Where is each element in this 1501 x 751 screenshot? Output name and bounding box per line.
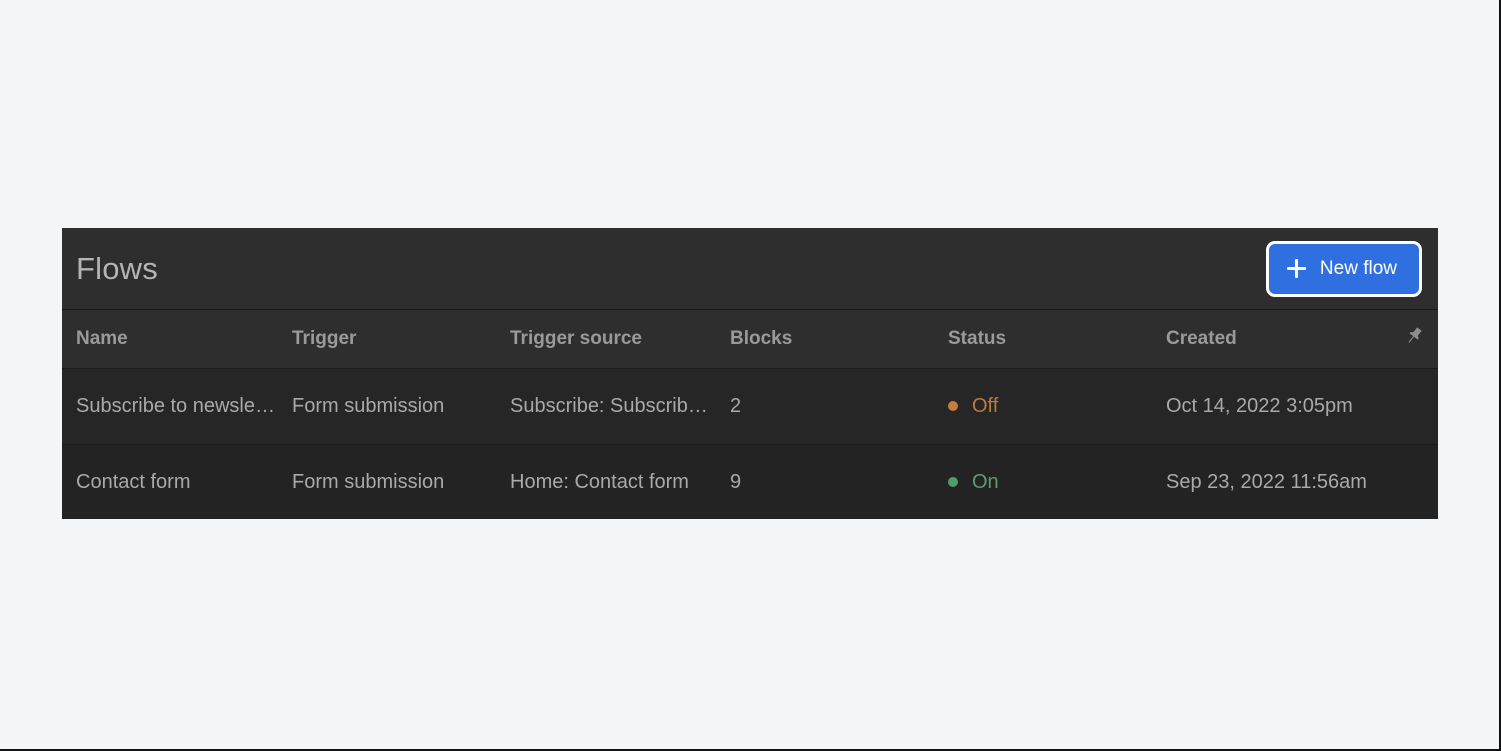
column-header-pin xyxy=(1386,310,1438,369)
cell-pin xyxy=(1386,444,1438,519)
cell-created: Oct 14, 2022 3:05pm xyxy=(1166,368,1386,445)
table-row[interactable]: Subscribe to newsle… Form submission Sub… xyxy=(62,368,1438,445)
pushpin-icon[interactable] xyxy=(1402,324,1426,348)
column-header-status[interactable]: Status xyxy=(948,310,1166,369)
cell-blocks: 9 xyxy=(730,444,948,519)
status-dot xyxy=(948,401,958,411)
cell-created: Sep 23, 2022 11:56am xyxy=(1166,444,1386,519)
cell-trigger: Form submission xyxy=(292,444,510,519)
page-root: { "page": { "background_color": "#f4f5f7… xyxy=(0,0,1501,751)
column-header-trigger-source[interactable]: Trigger source xyxy=(510,310,730,369)
new-flow-button-label: New flow xyxy=(1319,258,1397,279)
cell-blocks: 2 xyxy=(730,368,948,445)
cell-trigger-source: Subscribe: Subscrib… xyxy=(510,368,730,445)
column-header-name[interactable]: Name xyxy=(62,310,292,369)
status-dot xyxy=(948,477,958,487)
flows-panel: Flows New flow Name Trigger Trigger sour… xyxy=(62,228,1438,519)
table-row[interactable]: Contact form Form submission Home: Conta… xyxy=(62,444,1438,519)
cell-trigger-source: Home: Contact form xyxy=(510,444,730,519)
new-flow-button-focus-ring: New flow xyxy=(1265,240,1422,297)
column-header-trigger[interactable]: Trigger xyxy=(292,310,510,369)
plus-icon xyxy=(1286,259,1306,278)
panel-header: Flows New flow xyxy=(62,228,1438,310)
status-badge: Off xyxy=(972,394,999,417)
table-header: Name Trigger Trigger source Blocks Statu… xyxy=(62,310,1438,369)
page-title: Flows xyxy=(76,250,158,286)
cell-status: On xyxy=(948,444,1166,519)
new-flow-button[interactable]: New flow xyxy=(1268,243,1419,294)
cell-name: Subscribe to newsle… xyxy=(62,368,292,445)
cell-name: Contact form xyxy=(62,444,292,519)
cell-trigger: Form submission xyxy=(292,368,510,445)
status-badge: On xyxy=(972,470,999,493)
flows-table: Name Trigger Trigger source Blocks Statu… xyxy=(62,310,1438,519)
table-header-row: Name Trigger Trigger source Blocks Statu… xyxy=(62,310,1438,369)
column-header-created[interactable]: Created xyxy=(1166,310,1386,369)
cell-pin xyxy=(1386,368,1438,445)
cell-status: Off xyxy=(948,368,1166,445)
column-header-blocks[interactable]: Blocks xyxy=(730,310,948,369)
table-body: Subscribe to newsle… Form submission Sub… xyxy=(62,368,1438,519)
